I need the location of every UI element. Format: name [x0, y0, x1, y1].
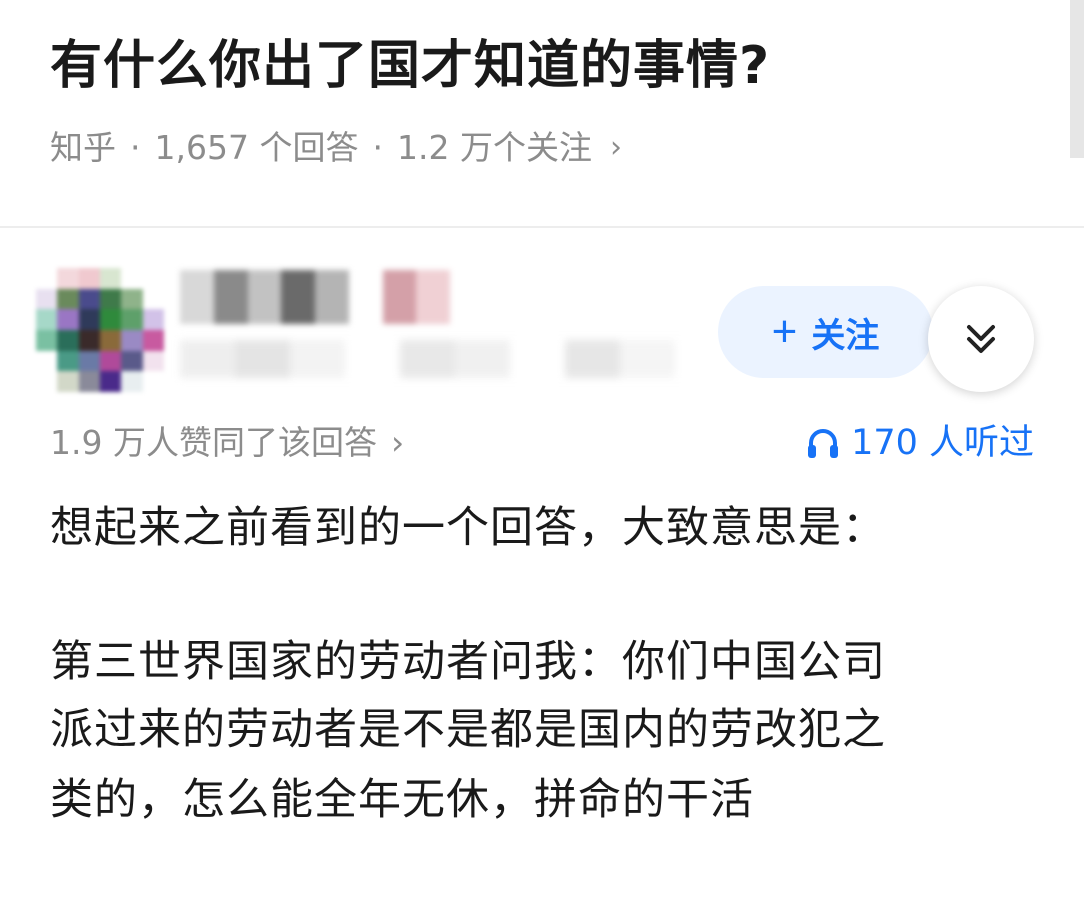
- scrollbar[interactable]: [1070, 0, 1084, 158]
- separator: ·: [130, 128, 141, 167]
- headphones-icon: [808, 429, 839, 458]
- source-label: 知乎: [50, 128, 116, 167]
- chevron-right-icon: ›: [390, 423, 405, 462]
- expand-button[interactable]: [928, 286, 1034, 392]
- chevron-right-icon: ›: [609, 130, 622, 165]
- listen-count[interactable]: 170 人听过: [805, 420, 1034, 466]
- answer-paragraph: 第三世界国家的劳动者问我：你们中国公司: [50, 637, 886, 687]
- author-name[interactable]: [180, 270, 450, 324]
- follow-button[interactable]: + 关注: [718, 286, 933, 378]
- question-title[interactable]: 有什么你出了国才知道的事情?: [50, 34, 770, 98]
- double-chevron-down-icon: [967, 325, 995, 353]
- follow-label: 关注: [811, 316, 880, 355]
- upvote-summary[interactable]: 1.9 万人赞同了该回答 ›: [50, 420, 404, 466]
- answer-paragraph: 派过来的劳动者是不是都是国内的劳改犯之: [50, 705, 886, 755]
- avatar[interactable]: [36, 268, 164, 392]
- upvote-count: 1.9 万人赞同了该回答: [50, 423, 377, 462]
- divider: [0, 226, 1084, 228]
- listen-label: 170 人听过: [851, 423, 1034, 463]
- follower-count: 1.2 万个关注: [396, 128, 592, 167]
- author-bio: [180, 340, 730, 378]
- answer-paragraph: 想起来之前看到的一个回答，大致意思是：: [50, 503, 886, 553]
- question-meta[interactable]: 知乎 · 1,657 个回答 · 1.2 万个关注 ›: [50, 126, 622, 170]
- separator: ·: [372, 128, 383, 167]
- plus-icon: +: [771, 307, 798, 356]
- answer-paragraph: 类的，怎么能全年无休，拼命的干活: [50, 775, 754, 825]
- answer-count: 1,657 个回答: [154, 128, 359, 167]
